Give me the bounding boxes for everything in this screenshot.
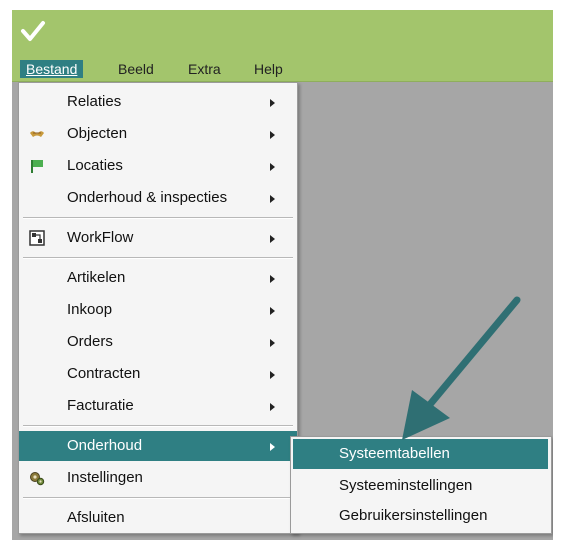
submenu-arrow-icon <box>270 371 275 379</box>
submenu-arrow-icon <box>270 99 275 107</box>
submenu-arrow-icon <box>270 235 275 243</box>
menu-item-relaties[interactable]: Relaties <box>19 87 297 117</box>
menu-item-label: Onderhoud <box>67 437 143 454</box>
submenu-arrow-icon <box>270 275 275 283</box>
menu-item-label: Relaties <box>67 93 122 110</box>
menu-extra[interactable]: Extra <box>182 60 227 78</box>
menu-item-inkoop[interactable]: Inkoop <box>19 295 297 325</box>
menu-item-label: Afsluiten <box>67 509 125 526</box>
menu-item-label: Objecten <box>67 125 128 142</box>
menu-extra-label: Extra <box>188 61 221 77</box>
workflow-icon <box>29 230 45 246</box>
settings-icon <box>30 472 45 486</box>
menu-item-orders[interactable]: Orders <box>19 327 297 357</box>
submenu-arrow-icon <box>270 163 275 171</box>
title-bar <box>12 10 553 57</box>
menu-item-workflow[interactable]: WorkFlow <box>19 223 297 253</box>
menu-beeld-label: Beeld <box>118 61 154 77</box>
menu-bar: Bestand Beeld Extra Help <box>12 57 553 82</box>
menu-separator <box>23 497 293 499</box>
menu-separator <box>23 425 293 427</box>
submenu-item-label: Gebruikersinstellingen <box>339 507 488 524</box>
submenu-item-label: Systeeminstellingen <box>339 477 473 494</box>
location-flag-icon <box>31 160 43 173</box>
submenu-item-gebruikersinstellingen[interactable]: Gebruikersinstellingen <box>291 501 551 531</box>
menu-item-onderhoud-inspecties[interactable]: Onderhoud & inspecties <box>19 183 297 213</box>
menu-separator <box>23 217 293 219</box>
menu-help[interactable]: Help <box>248 60 289 78</box>
submenu-arrow-icon <box>270 339 275 347</box>
bestand-dropdown-menu: Relaties Objecten Locaties Onderhoud & i… <box>18 82 298 534</box>
menu-help-label: Help <box>254 61 283 77</box>
application-window: Bestand Beeld Extra Help Relaties Object… <box>12 10 553 540</box>
menu-item-label: Facturatie <box>67 397 134 414</box>
menu-item-label: Onderhoud & inspecties <box>67 189 228 206</box>
submenu-arrow-icon <box>270 403 275 411</box>
menu-item-label: WorkFlow <box>67 229 134 246</box>
submenu-arrow-icon <box>270 307 275 315</box>
app-logo-icon <box>21 21 45 41</box>
menu-item-label: Orders <box>67 333 113 350</box>
menu-separator <box>23 257 293 259</box>
menu-item-label: Instellingen <box>67 469 143 486</box>
submenu-item-systeeminstellingen[interactable]: Systeeminstellingen <box>291 471 551 501</box>
menu-item-contracten[interactable]: Contracten <box>19 359 297 389</box>
submenu-arrow-icon <box>270 195 275 203</box>
annotation-arrow-icon <box>402 296 521 440</box>
menu-item-label: Inkoop <box>67 301 113 318</box>
menu-item-label: Locaties <box>67 157 123 174</box>
submenu-arrow-icon <box>270 131 275 139</box>
menu-item-label: Contracten <box>67 365 141 382</box>
menu-item-objecten[interactable]: Objecten <box>19 119 297 149</box>
menu-item-onderhoud[interactable]: Onderhoud <box>19 431 297 461</box>
onderhoud-submenu: Systeemtabellen Systeeminstellingen Gebr… <box>290 436 552 534</box>
menu-item-facturatie[interactable]: Facturatie <box>19 391 297 421</box>
objects-icon <box>30 131 44 137</box>
menu-item-instellingen[interactable]: Instellingen <box>19 463 297 493</box>
menu-item-label: Artikelen <box>67 269 126 286</box>
menu-beeld[interactable]: Beeld <box>112 60 160 78</box>
menu-item-artikelen[interactable]: Artikelen <box>19 263 297 293</box>
menu-item-locaties[interactable]: Locaties <box>19 151 297 181</box>
menu-bestand-label: Bestand <box>26 61 78 77</box>
menu-bestand[interactable]: Bestand <box>20 60 84 78</box>
submenu-arrow-icon <box>270 443 275 451</box>
menu-item-afsluiten[interactable]: Afsluiten <box>19 503 297 533</box>
